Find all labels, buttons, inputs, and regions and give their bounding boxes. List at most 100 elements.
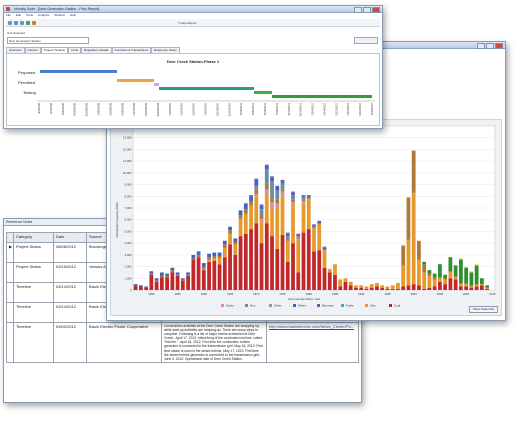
open-icon[interactable] <box>14 20 18 25</box>
bar-wind-2007 <box>448 257 453 272</box>
bar-coal-2004 <box>432 286 437 290</box>
gantt-bar-construction[interactable] <box>159 87 254 90</box>
menu-file[interactable]: File <box>6 13 11 17</box>
legend-label-water: Water <box>298 304 306 308</box>
y-tick-label: 9,000 <box>125 183 132 187</box>
bar-water-1967 <box>238 210 243 216</box>
table-row[interactable]: Timeline 03/02/2012 Basin Electric Power… <box>6 322 359 363</box>
bar-coal-1958 <box>191 259 196 290</box>
bar-solar-2012 <box>474 264 479 266</box>
gantt-bar-testing[interactable] <box>254 91 272 94</box>
cell-date: 03/02/2012 <box>53 322 87 363</box>
menu-analysis[interactable]: Analysis <box>38 13 49 17</box>
row-selector[interactable] <box>6 302 14 323</box>
bar-oil-1968 <box>243 209 248 214</box>
bar-oil-2011 <box>469 285 474 287</box>
bar-water-1962 <box>212 252 217 257</box>
row-selector[interactable] <box>6 282 14 303</box>
minimize-icon[interactable] <box>354 7 362 13</box>
menu-help[interactable]: Help <box>70 13 76 17</box>
bar-gas-1981 <box>312 227 316 252</box>
export-icon[interactable] <box>32 20 36 25</box>
bar-gas-1970 <box>254 196 259 224</box>
reference-notes-title: Reference Notes <box>6 219 33 224</box>
bar-coal-1997 <box>396 288 400 290</box>
bar-coal-1959 <box>196 257 201 290</box>
row-selector[interactable] <box>6 322 14 363</box>
bar-coal-1989 <box>354 287 358 290</box>
bar-coal-2011 <box>469 287 474 290</box>
legend-label-biomass: Biomass <box>322 304 334 308</box>
bar-coal-1955 <box>175 275 180 290</box>
add-unit-button[interactable] <box>354 37 378 44</box>
gantt-date-label: 9/29/2008 <box>73 103 77 116</box>
bar-water-1972 <box>264 165 269 170</box>
bar-coal-1962 <box>212 260 217 290</box>
bar-coal-2002 <box>422 288 427 290</box>
bar-wind-2012 <box>474 265 479 285</box>
maximize-icon[interactable] <box>363 7 371 13</box>
bar-gas-1962 <box>212 258 217 261</box>
menu-window[interactable]: Window <box>54 13 65 17</box>
cell-link[interactable]: http://www.basinelectric.com/News_Center… <box>266 322 359 363</box>
bar-gas-1963 <box>217 258 222 265</box>
bar-wind-2013 <box>479 278 484 285</box>
bar-oil-1978 <box>296 237 301 239</box>
column-header-date[interactable]: Date <box>53 232 87 243</box>
gantt-bar-proposed[interactable] <box>40 70 117 73</box>
gantt-row-proposed: Proposed <box>18 70 35 75</box>
y-tick-label: 5,000 <box>125 229 132 233</box>
station-select[interactable]: New Generation Station <box>7 37 89 44</box>
gantt-bar-operation[interactable] <box>272 95 372 98</box>
bar-oil-1970 <box>254 189 259 194</box>
x-tick-label: 2000 <box>411 292 418 296</box>
menu-edit[interactable]: Edit <box>16 13 21 17</box>
bar-gas-1990 <box>359 285 364 288</box>
bar-wind-2014 <box>485 285 490 288</box>
x-tick-label: 1970 <box>253 292 260 296</box>
bar-biomass-1978 <box>296 233 301 235</box>
close-icon[interactable] <box>372 7 380 13</box>
bar-nuc-1973 <box>270 202 274 210</box>
show-data-grid-button[interactable]: Show Data Grid <box>468 306 498 313</box>
save-icon[interactable] <box>20 20 24 25</box>
bar-water-1981 <box>312 225 316 227</box>
minimize-icon[interactable] <box>477 43 485 49</box>
column-header-category[interactable]: Category <box>13 232 54 243</box>
bar-water-1953 <box>165 273 169 276</box>
gantt-date-label: 7/18/2011 <box>275 103 279 116</box>
gantt-date-label: 3/25/2010 <box>180 103 184 116</box>
bar-gas-1987 <box>343 278 348 282</box>
bar-water-1948 <box>138 285 143 287</box>
help-report-button[interactable]: ? Help Report <box>178 21 197 25</box>
gantt-bar-permitted[interactable] <box>117 79 154 82</box>
x-tick-label: 2005 <box>437 292 444 296</box>
bar-water-1965 <box>228 226 232 231</box>
project-timeline-window: Velocity Suite - [New Generation Station… <box>3 5 383 129</box>
notes-link[interactable]: http://www.basinelectric.com/News_Center… <box>269 324 354 329</box>
bar-water-1979 <box>301 196 306 198</box>
bar-water-1983 <box>322 247 327 249</box>
bar-gas-2001 <box>417 259 421 286</box>
y-tick-label: 6,000 <box>125 218 132 222</box>
bar-oil-1952 <box>159 275 164 278</box>
cell-notes: Construction activities at the Deer Cree… <box>161 322 267 363</box>
y-tick-label: 0 <box>130 288 132 292</box>
maximize-icon[interactable] <box>486 43 494 49</box>
cell-date: 03/14/2012 <box>53 282 87 303</box>
refresh-icon[interactable] <box>26 20 30 25</box>
new-icon[interactable] <box>8 20 12 25</box>
bar-oil-2003 <box>427 273 432 276</box>
bar-nuc-1978 <box>296 238 301 242</box>
gantt-title: Deer Creek Station-Phase 1 <box>167 59 220 64</box>
bar-coal-1975 <box>280 234 285 290</box>
gantt-bar-permitted-2[interactable] <box>154 83 159 86</box>
menu-tools[interactable]: Tools <box>26 13 33 17</box>
bar-wind-2011 <box>469 272 474 286</box>
bar-water-1970 <box>254 179 259 186</box>
bar-gas-1960 <box>201 268 206 271</box>
gantt-date-label: 9/10/2012 <box>358 103 362 116</box>
row-selector[interactable] <box>6 262 14 283</box>
row-selector-arrow[interactable]: ▶ <box>6 242 14 263</box>
close-icon[interactable] <box>495 43 503 49</box>
